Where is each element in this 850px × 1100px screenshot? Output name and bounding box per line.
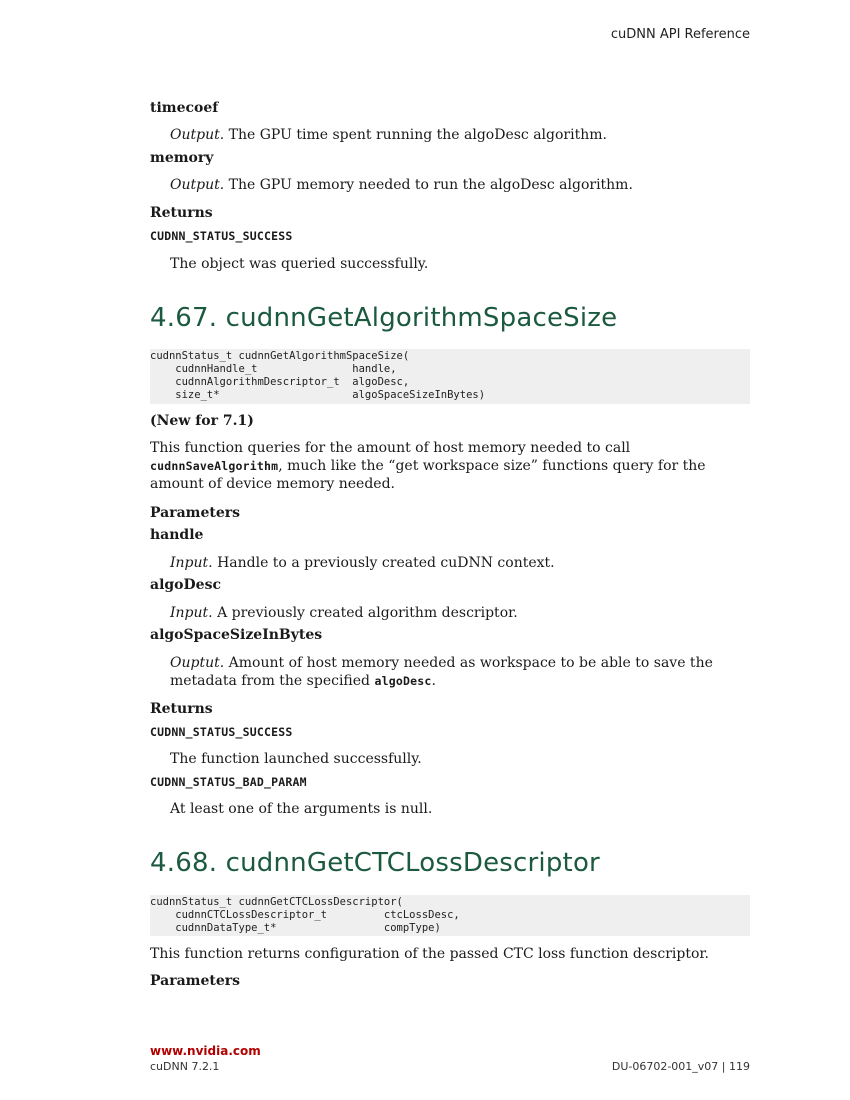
footer-doc-id-page-number: DU-06702-001_v07 | 119 bbox=[611, 1060, 750, 1073]
parameters-label: Parameters bbox=[150, 505, 241, 521]
return-desc-bad-param: At least one of the arguments is null. bbox=[170, 801, 433, 817]
footer-product-version: cuDNN 7.2.1 bbox=[150, 1060, 220, 1073]
section-heading-4-67: 4.67. cudnnGetAlgorithmSpaceSize bbox=[150, 303, 618, 333]
desc-text: , much like the “get workspace size” fun… bbox=[278, 458, 706, 474]
param-name-algospacesizeinbytes: algoSpaceSizeInBytes bbox=[150, 627, 323, 643]
parameters-label: Parameters bbox=[150, 973, 241, 989]
param-name-algodesc: algoDesc bbox=[150, 577, 221, 593]
param-desc: Amount of host memory needed as workspac… bbox=[228, 655, 713, 671]
section-heading-4-68: 4.68. cudnnGetCTCLossDescriptor bbox=[150, 848, 600, 878]
param-role: Output. bbox=[170, 127, 225, 143]
param-desc: The GPU memory needed to run the algoDes… bbox=[228, 177, 633, 193]
param-role: Input. bbox=[170, 555, 213, 571]
return-desc-success: The function launched successfully. bbox=[170, 751, 422, 767]
param-name-timecoef: timecoef bbox=[150, 100, 219, 116]
desc-inline-code: cudnnSaveAlgorithm bbox=[150, 459, 279, 473]
desc-text: amount of device memory needed. bbox=[150, 476, 395, 492]
code-block-signature: cudnnStatus_t cudnnGetCTCLossDescriptor(… bbox=[150, 895, 750, 936]
function-description: This function queries for the amount of … bbox=[150, 439, 750, 493]
param-inline-code: algoDesc bbox=[374, 674, 432, 688]
param-role: Input. bbox=[170, 605, 213, 621]
param-desc: Handle to a previously created cuDNN con… bbox=[217, 555, 555, 571]
return-desc-success: The object was queried successfully. bbox=[170, 256, 429, 272]
returns-label: Returns bbox=[150, 205, 213, 221]
new-version-note: (New for 7.1) bbox=[150, 413, 254, 429]
desc-text: This function queries for the amount of … bbox=[150, 440, 631, 456]
returns-label: Returns bbox=[150, 701, 213, 717]
param-desc-handle: Input. Handle to a previously created cu… bbox=[170, 554, 555, 572]
param-desc: metadata from the specified bbox=[170, 673, 375, 689]
function-description: This function returns configuration of t… bbox=[150, 946, 709, 962]
param-desc-algospacesizeinbytes: Ouptut. Amount of host memory needed as … bbox=[170, 654, 750, 690]
param-desc: The GPU time spent running the algoDesc … bbox=[228, 127, 607, 143]
code-block-signature: cudnnStatus_t cudnnGetAlgorithmSpaceSize… bbox=[150, 349, 750, 404]
param-desc: A previously created algorithm descripto… bbox=[217, 605, 518, 621]
return-code-success: CUDNN_STATUS_SUCCESS bbox=[150, 725, 293, 739]
param-name-memory: memory bbox=[150, 150, 214, 166]
return-code-bad-param: CUDNN_STATUS_BAD_PARAM bbox=[150, 775, 307, 789]
param-name-handle: handle bbox=[150, 527, 204, 543]
param-desc-memory: Output. The GPU memory needed to run the… bbox=[170, 176, 633, 194]
param-desc-algodesc: Input. A previously created algorithm de… bbox=[170, 604, 518, 622]
page-header-title: cuDNN API Reference bbox=[610, 27, 750, 42]
return-code-success: CUDNN_STATUS_SUCCESS bbox=[150, 229, 293, 243]
param-desc: . bbox=[431, 673, 436, 689]
param-role: Ouptut. bbox=[170, 655, 225, 671]
param-role: Output. bbox=[170, 177, 225, 193]
footer-website-link[interactable]: www.nvidia.com bbox=[150, 1044, 261, 1058]
param-desc-timecoef: Output. The GPU time spent running the a… bbox=[170, 126, 607, 144]
